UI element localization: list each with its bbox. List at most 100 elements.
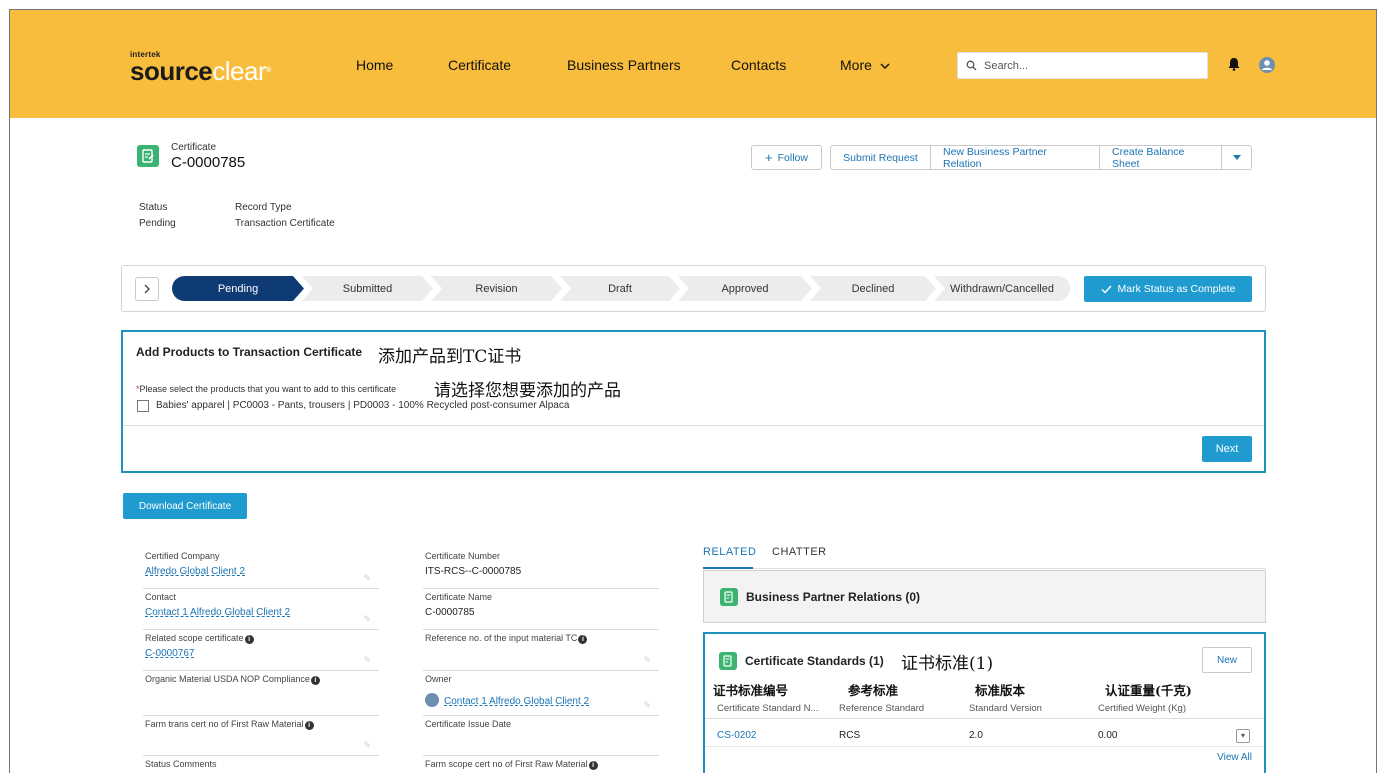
- field-certificate-name: Certificate Name C-0000785: [423, 589, 659, 630]
- create-balance-sheet-button[interactable]: Create Balance Sheet: [1100, 145, 1222, 170]
- product-select-prompt-cn: 请选择您想要添加的产品: [434, 381, 621, 401]
- nav-more[interactable]: More: [840, 57, 890, 73]
- nav-more-label: More: [840, 57, 872, 73]
- logo-clear-text: clear: [212, 56, 267, 86]
- path-expand-button[interactable]: [135, 277, 159, 301]
- owner-avatar-icon: [425, 693, 439, 707]
- field-label-with-info: Reference no. of the input material TC i: [425, 633, 588, 644]
- field-label-text: Organic Material USDA NOP Compliance: [145, 674, 310, 684]
- standard-version-cell: 2.0: [969, 730, 983, 741]
- chevron-right-icon: [144, 284, 150, 294]
- nav-home[interactable]: Home: [356, 57, 393, 73]
- info-icon[interactable]: i: [588, 761, 598, 770]
- record-title: C-0000785: [171, 154, 246, 171]
- path-step-submitted[interactable]: Submitted: [302, 276, 433, 301]
- path-step-withdrawn-cancelled[interactable]: Withdrawn/Cancelled: [934, 276, 1070, 301]
- edit-pencil-icon[interactable]: ✎: [363, 740, 371, 751]
- row-divider: [705, 746, 1264, 747]
- row-actions-icon[interactable]: ▾: [1236, 729, 1250, 743]
- certificate-standards-title[interactable]: Certificate Standards (1): [745, 654, 884, 668]
- new-standard-button[interactable]: New: [1202, 647, 1252, 673]
- field-related-scope-certificate: Related scope certificate i C-0000767 ✎: [143, 630, 379, 671]
- column-header-reference-standard[interactable]: Reference Standard: [839, 703, 924, 714]
- field-contact: Contact Contact 1 Alfredo Global Client …: [143, 589, 379, 630]
- status-field: Status Pending: [139, 200, 176, 232]
- contact-link[interactable]: Contact 1 Alfredo Global Client 2: [145, 607, 290, 618]
- related-scope-certificate-link[interactable]: C-0000767: [145, 648, 194, 659]
- search-input[interactable]: Search...: [957, 52, 1208, 79]
- certificate-name-value: C-0000785: [425, 607, 475, 618]
- info-icon[interactable]: i: [310, 676, 320, 685]
- new-business-partner-relation-button[interactable]: New Business Partner Relation: [931, 145, 1100, 170]
- path-step-draft[interactable]: Draft: [560, 276, 680, 301]
- next-button[interactable]: Next: [1202, 436, 1252, 462]
- certificate-object-icon: [137, 145, 159, 167]
- top-header: intertek sourceclear® Home Certificate B…: [10, 10, 1376, 118]
- nav-business-partners[interactable]: Business Partners: [567, 57, 681, 73]
- nav-certificate[interactable]: Certificate: [448, 57, 511, 73]
- column-label-cn: 标准版本: [975, 683, 1026, 698]
- owner-link[interactable]: Contact 1 Alfredo Global Client 2: [444, 696, 589, 707]
- user-avatar-icon[interactable]: [1259, 57, 1275, 73]
- more-actions-button[interactable]: [1222, 145, 1252, 170]
- field-label: Contact: [145, 592, 177, 602]
- path-step-pending[interactable]: Pending: [172, 276, 304, 301]
- view-all-link[interactable]: View All: [1217, 752, 1252, 763]
- column-header-certified-weight[interactable]: Certified Weight (Kg): [1098, 703, 1186, 714]
- column-label-cn: 证书标准编号: [713, 683, 789, 698]
- standard-number-link[interactable]: CS-0202: [717, 730, 756, 741]
- field-label-text: Reference no. of the input material TC: [425, 633, 578, 643]
- field-farm-scope-cert: Farm scope cert no of First Raw Material…: [423, 756, 659, 773]
- field-label: Owner: [425, 674, 452, 684]
- path-step-approved[interactable]: Approved: [678, 276, 812, 301]
- path-step-revision[interactable]: Revision: [431, 276, 562, 301]
- product-option-label[interactable]: Babies' apparel | PC0003 - Pants, trouse…: [156, 400, 569, 411]
- field-certified-company: Certified Company Alfredo Global Client …: [143, 548, 379, 589]
- business-partner-relations-card: Business Partner Relations (0): [703, 570, 1266, 623]
- edit-pencil-icon[interactable]: ✎: [643, 655, 651, 666]
- certified-company-link[interactable]: Alfredo Global Client 2: [145, 566, 245, 577]
- sourceclear-logo[interactable]: intertek sourceclear®: [130, 50, 271, 85]
- certified-weight-cell: 0.00: [1098, 730, 1118, 741]
- info-icon[interactable]: i: [578, 635, 588, 644]
- tab-chatter[interactable]: CHATTER: [772, 546, 827, 558]
- field-label-text: Farm scope cert no of First Raw Material: [425, 759, 588, 769]
- business-partner-relations-title[interactable]: Business Partner Relations (0): [746, 590, 920, 604]
- tabs-divider: [703, 568, 1266, 569]
- search-icon: [966, 60, 977, 71]
- field-label-text: Farm trans cert no of First Raw Material: [145, 719, 304, 729]
- nav-contacts[interactable]: Contacts: [731, 57, 786, 73]
- field-owner: Owner Contact 1 Alfredo Global Client 2 …: [423, 671, 659, 716]
- field-label-with-info: Organic Material USDA NOP Compliance i: [145, 674, 320, 685]
- field-label: Certificate Issue Date: [425, 719, 512, 729]
- product-checkbox[interactable]: [137, 400, 149, 412]
- search-placeholder: Search...: [984, 59, 1029, 72]
- submit-request-button[interactable]: Submit Request: [830, 145, 931, 170]
- follow-group: + Follow: [751, 145, 822, 170]
- edit-pencil-icon[interactable]: ✎: [363, 573, 371, 584]
- info-icon[interactable]: i: [304, 721, 314, 730]
- column-header-standard-number[interactable]: Certificate Standard N...: [717, 703, 818, 714]
- mark-status-complete-button[interactable]: Mark Status as Complete: [1084, 276, 1252, 302]
- active-tab-indicator: [703, 567, 753, 569]
- add-products-title-cn: 添加产品到TC证书: [378, 347, 522, 367]
- info-icon[interactable]: i: [244, 635, 254, 644]
- plus-icon: +: [765, 150, 773, 165]
- bell-icon[interactable]: [1227, 57, 1241, 71]
- field-label-with-info: Related scope certificate i: [145, 633, 254, 644]
- follow-label: Follow: [777, 151, 808, 164]
- certificate-standards-card: Certificate Standards (1) 证书标准(1) New 证书…: [703, 632, 1266, 773]
- edit-pencil-icon[interactable]: ✎: [363, 614, 371, 625]
- header-divider: [705, 718, 1264, 719]
- path-step-declined[interactable]: Declined: [810, 276, 936, 301]
- follow-button[interactable]: + Follow: [751, 145, 822, 170]
- app-window: intertek sourceclear® Home Certificate B…: [9, 9, 1377, 773]
- tab-related[interactable]: RELATED: [703, 546, 756, 558]
- field-certificate-issue-date: Certificate Issue Date: [423, 716, 659, 756]
- edit-pencil-icon[interactable]: ✎: [363, 655, 371, 666]
- add-products-panel: Add Products to Transaction Certificate …: [121, 330, 1266, 473]
- edit-pencil-icon[interactable]: ✎: [643, 700, 651, 711]
- certificate-standards-title-cn: 证书标准(1): [901, 654, 994, 674]
- column-header-standard-version[interactable]: Standard Version: [969, 703, 1042, 714]
- download-certificate-button[interactable]: Download Certificate: [123, 493, 247, 519]
